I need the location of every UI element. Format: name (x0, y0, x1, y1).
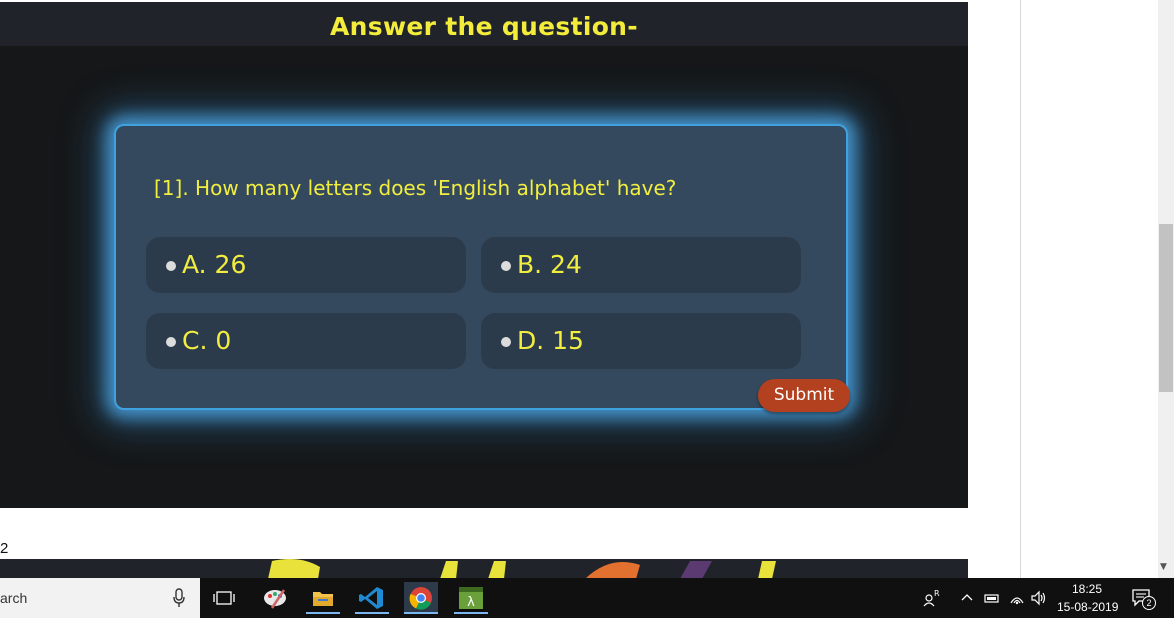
action-center-button[interactable]: 2 (1130, 586, 1156, 610)
option-label: A. 26 (182, 250, 247, 279)
option-label: D. 15 (517, 326, 584, 355)
radio-dot-icon (166, 337, 176, 347)
option-a[interactable]: A. 26 (146, 237, 466, 293)
people-icon[interactable]: R (922, 588, 940, 608)
pane-divider (1020, 0, 1021, 578)
radio-dot-icon (501, 337, 511, 347)
battery-icon[interactable] (983, 588, 1001, 608)
active-indicator (306, 612, 340, 614)
file-explorer-icon[interactable] (306, 582, 340, 614)
option-label: B. 24 (517, 250, 582, 279)
volume-icon[interactable] (1030, 588, 1048, 608)
option-c[interactable]: C. 0 (146, 313, 466, 369)
active-indicator (355, 612, 389, 614)
svg-text:R: R (934, 589, 940, 598)
wifi-icon[interactable] (1008, 588, 1026, 608)
quiz-header: Answer the question- (0, 2, 968, 46)
question-text: [1]. How many letters does 'English alph… (154, 176, 677, 200)
terminal-icon[interactable]: λ (454, 582, 488, 614)
task-view-icon[interactable] (208, 582, 242, 614)
active-indicator (454, 612, 488, 614)
clock-time[interactable]: 18:25 (1072, 582, 1102, 596)
decorative-banner-graphic (268, 559, 776, 579)
page-number: 2 (0, 540, 9, 557)
option-label: C. 0 (182, 326, 232, 355)
radio-dot-icon (166, 261, 176, 271)
chevron-up-icon[interactable] (960, 588, 974, 608)
radio-dot-icon (501, 261, 511, 271)
taskbar: arch λ R 18:25 15-08-2019 2 (0, 578, 1174, 618)
notification-count-badge: 2 (1142, 596, 1156, 610)
active-indicator (404, 612, 438, 614)
paint-icon[interactable] (258, 582, 292, 614)
option-d[interactable]: D. 15 (481, 313, 801, 369)
option-b[interactable]: B. 24 (481, 237, 801, 293)
question-card: [1]. How many letters does 'English alph… (114, 124, 848, 410)
vscode-icon[interactable] (355, 582, 389, 614)
next-quiz-panel (0, 559, 968, 579)
scrollbar-thumb[interactable] (1159, 224, 1173, 392)
chrome-icon[interactable] (404, 582, 438, 614)
quiz-panel: Answer the question- [1]. How many lette… (0, 2, 968, 508)
submit-button[interactable]: Submit (758, 379, 850, 412)
microphone-icon[interactable] (172, 588, 186, 608)
svg-text:λ: λ (467, 595, 475, 610)
quiz-title: Answer the question- (330, 12, 638, 41)
search-text: arch (0, 590, 28, 606)
scroll-down-arrow-icon[interactable]: ▼ (1160, 562, 1167, 572)
taskbar-search-box[interactable]: arch (0, 578, 200, 618)
clock-date[interactable]: 15-08-2019 (1057, 600, 1118, 614)
